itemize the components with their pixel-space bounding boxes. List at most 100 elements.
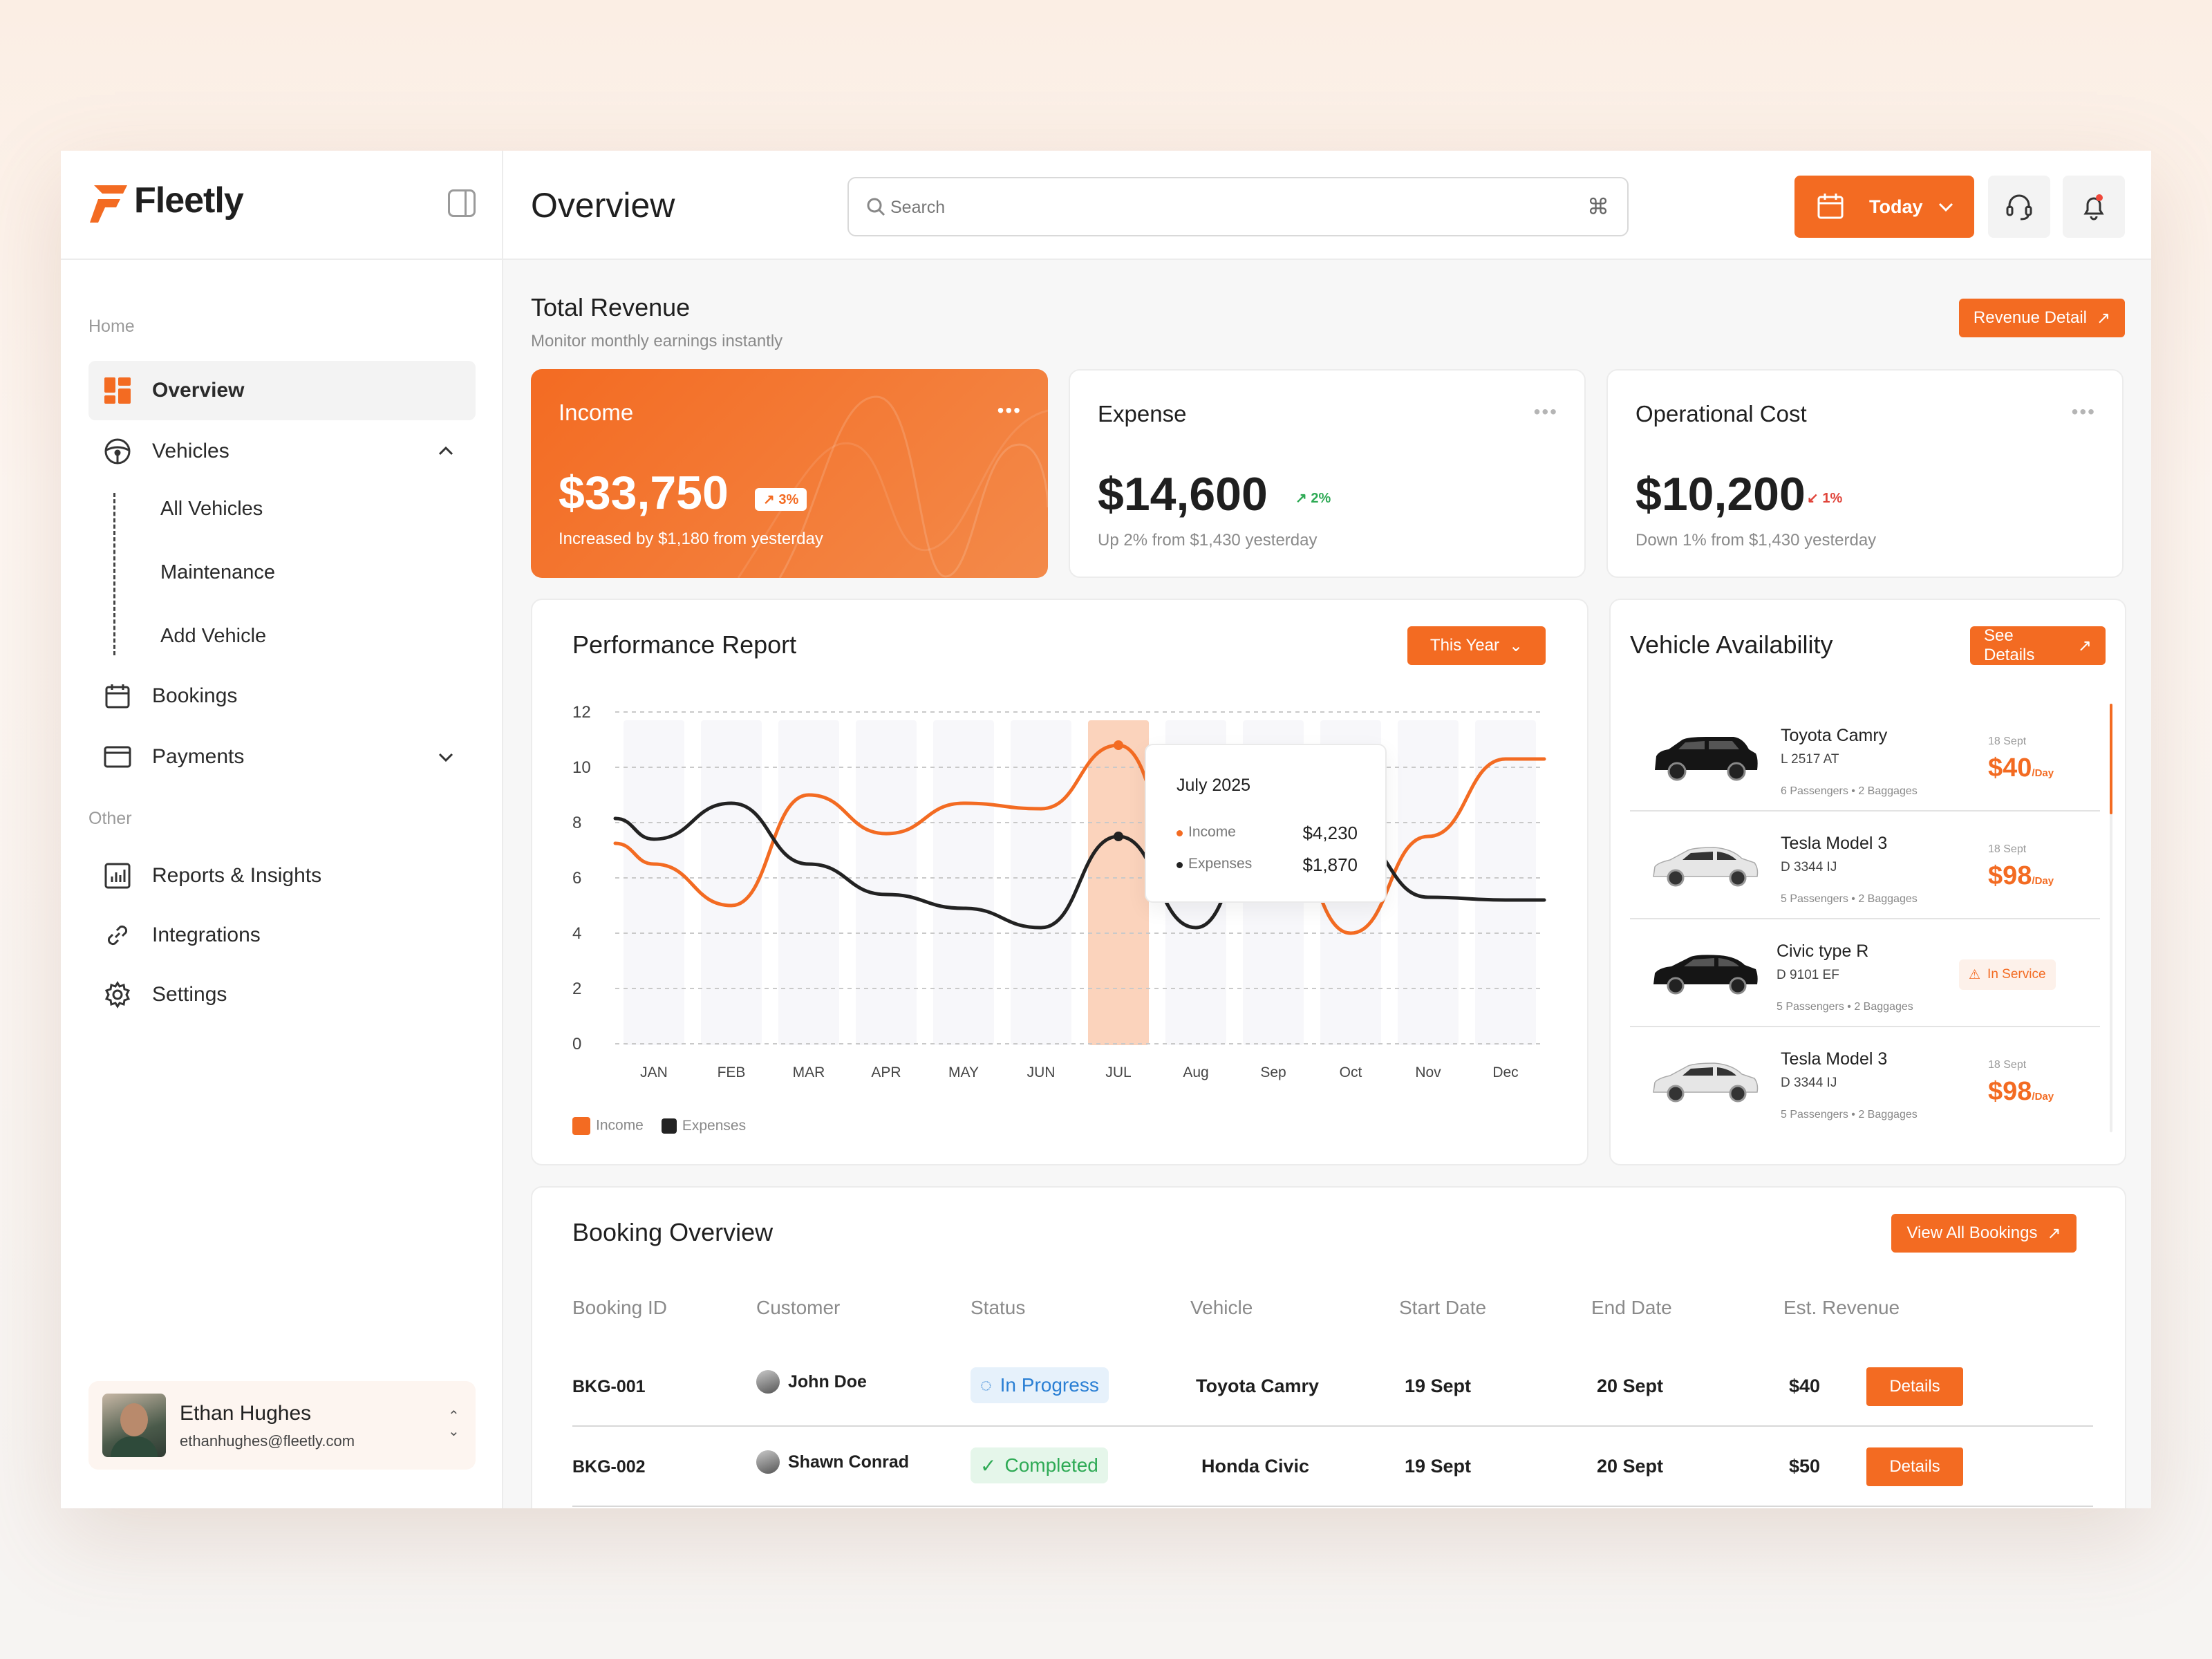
table-row: BKG-001 John Doe ◌ In Progress Toyota Cam… bbox=[572, 1347, 2093, 1427]
brand-name: Fleetly bbox=[134, 180, 244, 221]
vehicle-date: 18 Sept bbox=[1988, 735, 2027, 747]
legend-item-expenses: Expenses bbox=[661, 1118, 746, 1134]
sidebar: Fleetly Home Overview Vehicles All Vehic… bbox=[61, 151, 503, 1508]
sidebar-subitem-maintenance[interactable]: Maintenance bbox=[160, 561, 275, 584]
income-note: Increased by $1,180 from yesterday bbox=[559, 529, 823, 548]
view-all-bookings-button[interactable]: View All Bookings ↗ bbox=[1891, 1214, 2077, 1253]
y-tick-label: 12 bbox=[572, 703, 591, 722]
calendar-icon bbox=[104, 682, 131, 710]
booking-overview-title: Booking Overview bbox=[572, 1218, 774, 1246]
column-background bbox=[778, 720, 839, 1045]
vehicle-name: Tesla Model 3 bbox=[1781, 834, 1888, 853]
sidebar-subitem-add-vehicle[interactable]: Add Vehicle bbox=[160, 625, 266, 648]
sidebar-item-settings[interactable]: Settings bbox=[88, 965, 476, 1024]
vehicle-plate: D 3344 IJ bbox=[1781, 1076, 1837, 1090]
more-options-icon[interactable]: ••• bbox=[1534, 401, 1558, 423]
sidebar-item-label: Settings bbox=[152, 983, 227, 1006]
chevron-down-icon bbox=[1938, 203, 1953, 212]
data-point-expenses bbox=[1114, 832, 1123, 841]
support-button[interactable] bbox=[1988, 176, 2050, 238]
calendar-icon bbox=[1817, 194, 1844, 219]
date-filter-button[interactable]: Today bbox=[1794, 176, 1974, 238]
sidebar-subitem-all-vehicles[interactable]: All Vehicles bbox=[160, 498, 263, 521]
expense-card: Expense ••• $14,600 ↗ 2% Up 2% from $1,4… bbox=[1069, 369, 1586, 578]
main-content: Overview ⌘ Today Total Revenue Monitor m… bbox=[503, 151, 2151, 1508]
y-tick-label: 4 bbox=[572, 924, 581, 943]
chevron-down-icon[interactable] bbox=[437, 748, 455, 766]
tooltip-expense-value: $1,870 bbox=[1302, 854, 1358, 875]
performance-report-card: Performance Report This Year ⌄ 12 10 8 6 4 2 0… bbox=[531, 599, 1588, 1165]
bell-icon bbox=[2083, 194, 2104, 221]
vehicle-item[interactable]: Tesla Model 3 D 3344 IJ 5 Passengers • 2… bbox=[1630, 1027, 2100, 1135]
vehicle-item[interactable]: Tesla Model 3 D 3344 IJ 5 Passengers • 2… bbox=[1630, 812, 2100, 919]
sidebar-collapse-icon[interactable] bbox=[448, 189, 476, 217]
sidebar-item-label: Payments bbox=[152, 745, 245, 768]
x-tick-label: JAN bbox=[640, 1065, 668, 1080]
expense-change-badge: ↗ 2% bbox=[1295, 491, 1331, 506]
column-header-booking-id: Booking ID bbox=[572, 1297, 667, 1318]
customer-cell: John Doe bbox=[756, 1370, 867, 1394]
search-box[interactable]: ⌘ bbox=[847, 177, 1629, 236]
notifications-button[interactable] bbox=[2063, 176, 2125, 238]
more-options-icon[interactable]: ••• bbox=[2072, 401, 2096, 423]
suv-image bbox=[1655, 737, 1758, 781]
column-background bbox=[1011, 720, 1071, 1045]
income-title: Income bbox=[559, 400, 634, 425]
chevron-updown-icon[interactable]: ⌃ ⌄ bbox=[448, 1409, 460, 1439]
details-button[interactable]: Details bbox=[1866, 1447, 1963, 1486]
sidebar-item-bookings[interactable]: Bookings bbox=[88, 666, 476, 726]
sidebar-item-overview[interactable]: Overview bbox=[88, 361, 476, 420]
x-tick-label: Nov bbox=[1415, 1065, 1441, 1080]
vehicle-availability-title: Vehicle Availability bbox=[1630, 630, 1833, 659]
section-label-other: Other bbox=[88, 809, 132, 828]
sidebar-item-reports[interactable]: Reports & Insights bbox=[88, 846, 476, 906]
total-revenue-title: Total Revenue bbox=[531, 293, 691, 321]
revenue-detail-button[interactable]: Revenue Detail ↗ bbox=[1959, 299, 2125, 337]
hatchback-image bbox=[1653, 955, 1758, 995]
sidebar-item-label: Vehicles bbox=[152, 440, 229, 462]
vehicle-price: $40/Day bbox=[1988, 753, 2054, 782]
vehicle-price: $98/Day bbox=[1988, 861, 2054, 890]
sidebar-item-integrations[interactable]: Integrations bbox=[88, 906, 476, 965]
operational-cost-note: Down 1% from $1,430 yesterday bbox=[1635, 531, 1877, 550]
chevron-up-icon[interactable] bbox=[437, 442, 455, 460]
expense-value: $14,600 bbox=[1098, 468, 1268, 521]
search-icon bbox=[867, 198, 885, 216]
sidebar-item-vehicles[interactable]: Vehicles bbox=[88, 422, 476, 481]
vehicle-plate: D 9101 EF bbox=[1777, 968, 1839, 982]
revenue-cell: $40 bbox=[1789, 1376, 1821, 1396]
vehicle-item[interactable]: Toyota Camry L 2517 AT 6 Passengers • 2 … bbox=[1630, 704, 2100, 812]
vehicle-price: $98/Day bbox=[1988, 1077, 2054, 1106]
headset-icon bbox=[2006, 194, 2032, 221]
details-button[interactable]: Details bbox=[1866, 1367, 1963, 1406]
sidebar-item-payments[interactable]: Payments bbox=[88, 727, 476, 787]
column-background bbox=[1398, 720, 1459, 1045]
fleetly-logo-icon bbox=[90, 185, 127, 223]
more-options-icon[interactable]: ••• bbox=[997, 400, 1022, 422]
card-icon bbox=[104, 743, 131, 771]
income-value: $33,750 bbox=[559, 467, 729, 519]
vehicle-plate: L 2517 AT bbox=[1781, 752, 1839, 767]
y-tick-label: 10 bbox=[572, 758, 591, 777]
x-tick-label: MAR bbox=[793, 1065, 825, 1080]
vehicle-item[interactable]: Civic type R D 9101 EF 5 Passengers • 2 … bbox=[1630, 919, 2100, 1027]
view-all-bookings-label: View All Bookings bbox=[1906, 1224, 2038, 1242]
top-bar: Overview ⌘ Today bbox=[503, 151, 2151, 260]
vehicle-cell: Honda Civic bbox=[1201, 1456, 1310, 1477]
vehicle-date: 18 Sept bbox=[1988, 843, 2027, 855]
sidebar-item-label: Overview bbox=[152, 379, 245, 402]
user-profile-card[interactable]: Ethan Hughes ethanhughes@fleetly.com ⌃ ⌄ bbox=[88, 1381, 476, 1470]
scrollbar-thumb[interactable] bbox=[2110, 704, 2112, 814]
y-tick-label: 8 bbox=[572, 814, 581, 832]
x-tick-label: JUL bbox=[1105, 1065, 1131, 1080]
column-header-status: Status bbox=[971, 1297, 1026, 1318]
grid-icon bbox=[104, 377, 131, 404]
search-input[interactable] bbox=[890, 192, 1512, 223]
page-title: Overview bbox=[531, 186, 675, 225]
in-service-badge: ⚠ In Service bbox=[1959, 959, 2056, 990]
progress-icon: ◌ bbox=[980, 1374, 992, 1396]
end-date-cell: 20 Sept bbox=[1597, 1376, 1664, 1396]
user-name: Ethan Hughes bbox=[180, 1402, 312, 1425]
see-details-button[interactable]: See Details ↗ bbox=[1970, 626, 2106, 665]
total-revenue-subtitle: Monitor monthly earnings instantly bbox=[531, 332, 783, 350]
